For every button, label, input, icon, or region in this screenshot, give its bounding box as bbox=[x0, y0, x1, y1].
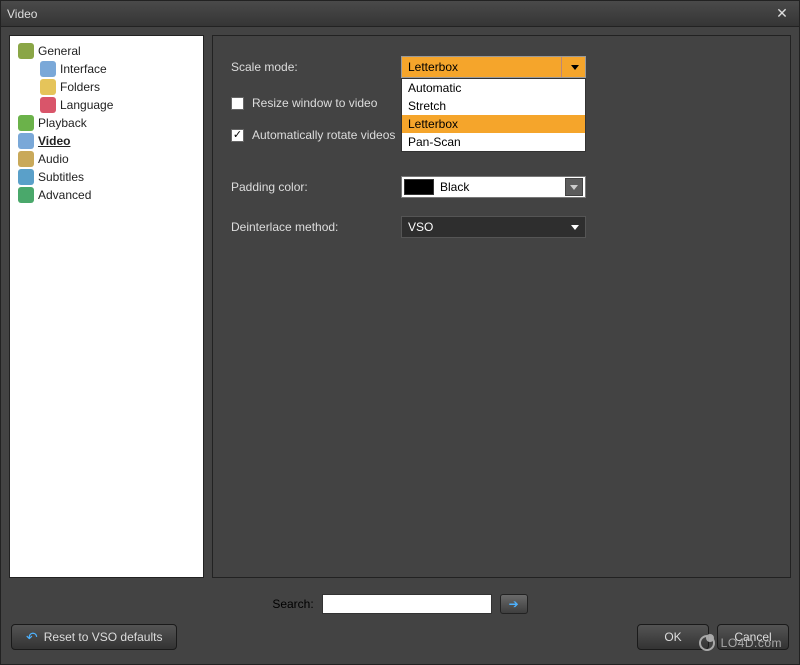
scale-mode-dropdown[interactable]: Letterbox AutomaticStretchLetterboxPan-S… bbox=[401, 56, 586, 78]
logo-icon bbox=[699, 635, 715, 651]
sidebar-item-label: Playback bbox=[38, 116, 87, 130]
chevron-down-icon bbox=[565, 178, 583, 196]
scale-mode-options: AutomaticStretchLetterboxPan-Scan bbox=[401, 78, 586, 152]
scale-option-letterbox[interactable]: Letterbox bbox=[402, 115, 585, 133]
footer: Search: ➔ ↶ Reset to VSO defaults OK Can… bbox=[1, 586, 799, 664]
close-button[interactable]: ✕ bbox=[771, 5, 793, 23]
speaker-icon bbox=[18, 151, 34, 167]
rotate-label: Automatically rotate videos bbox=[252, 128, 395, 142]
reset-label: Reset to VSO defaults bbox=[44, 630, 163, 644]
subtitle-icon bbox=[18, 169, 34, 185]
search-label: Search: bbox=[272, 597, 313, 611]
sidebar-item-label: Language bbox=[60, 98, 113, 112]
play-icon bbox=[18, 115, 34, 131]
resize-label: Resize window to video bbox=[252, 96, 377, 110]
scale-mode-row: Scale mode: Letterbox AutomaticStretchLe… bbox=[231, 56, 772, 78]
reset-icon: ↶ bbox=[26, 629, 38, 646]
folder-icon bbox=[40, 79, 56, 95]
sidebar-item-folders[interactable]: Folders bbox=[14, 78, 199, 96]
sidebar-item-playback[interactable]: Playback bbox=[14, 114, 199, 132]
deinterlace-row: Deinterlace method: VSO bbox=[231, 216, 772, 238]
sidebar-item-label: Video bbox=[38, 134, 70, 148]
resize-checkbox[interactable] bbox=[231, 97, 244, 110]
flag-icon bbox=[40, 97, 56, 113]
search-button[interactable]: ➔ bbox=[500, 594, 528, 614]
sidebar-item-video[interactable]: Video bbox=[14, 132, 199, 150]
arrow-right-icon: ➔ bbox=[509, 597, 519, 611]
sidebar-item-label: Interface bbox=[60, 62, 107, 76]
search-input[interactable] bbox=[322, 594, 492, 614]
sidebar-item-subtitles[interactable]: Subtitles bbox=[14, 168, 199, 186]
ok-label: OK bbox=[664, 630, 681, 644]
sidebar-item-label: General bbox=[38, 44, 81, 58]
content-panel: Scale mode: Letterbox AutomaticStretchLe… bbox=[212, 35, 791, 578]
sidebar-item-language[interactable]: Language bbox=[14, 96, 199, 114]
window-body: General Interface Folders Language Playback V… bbox=[1, 27, 799, 586]
sidebar-item-audio[interactable]: Audio bbox=[14, 150, 199, 168]
padding-color-label: Padding color: bbox=[231, 180, 401, 194]
padding-color-dropdown[interactable]: Black bbox=[401, 176, 586, 198]
sidebar-item-general[interactable]: General bbox=[14, 42, 199, 60]
rotate-checkbox[interactable] bbox=[231, 129, 244, 142]
titlebar: Video ✕ bbox=[1, 1, 799, 27]
chevron-down-icon bbox=[571, 225, 579, 230]
deinterlace-label: Deinterlace method: bbox=[231, 220, 401, 234]
scale-option-stretch[interactable]: Stretch bbox=[402, 97, 585, 115]
deinterlace-value: VSO bbox=[408, 220, 433, 234]
advanced-icon bbox=[18, 187, 34, 203]
padding-color-value: Black bbox=[440, 180, 565, 194]
sidebar-item-label: Subtitles bbox=[38, 170, 84, 184]
scale-option-pan-scan[interactable]: Pan-Scan bbox=[402, 133, 585, 151]
sidebar-item-label: Advanced bbox=[38, 188, 91, 202]
sidebar-item-interface[interactable]: Interface bbox=[14, 60, 199, 78]
sidebar: General Interface Folders Language Playback V… bbox=[9, 35, 204, 578]
watermark: LO4D.com bbox=[699, 635, 782, 651]
reset-defaults-button[interactable]: ↶ Reset to VSO defaults bbox=[11, 624, 177, 650]
window-icon bbox=[40, 61, 56, 77]
watermark-text: LO4D.com bbox=[721, 636, 782, 650]
scale-option-automatic[interactable]: Automatic bbox=[402, 79, 585, 97]
scale-mode-label: Scale mode: bbox=[231, 60, 401, 74]
settings-window: Video ✕ General Interface Folders Language P… bbox=[0, 0, 800, 665]
color-swatch bbox=[404, 179, 434, 195]
window-title: Video bbox=[7, 7, 771, 21]
sidebar-item-label: Audio bbox=[38, 152, 69, 166]
scale-mode-value: Letterbox bbox=[408, 60, 458, 74]
padding-color-row: Padding color: Black bbox=[231, 176, 772, 198]
chevron-down-icon bbox=[561, 57, 579, 77]
sidebar-item-label: Folders bbox=[60, 80, 100, 94]
gear-icon bbox=[18, 43, 34, 59]
search-row: Search: ➔ bbox=[11, 594, 789, 614]
film-icon bbox=[18, 133, 34, 149]
button-row: ↶ Reset to VSO defaults OK Cancel bbox=[11, 624, 789, 650]
deinterlace-dropdown[interactable]: VSO bbox=[401, 216, 586, 238]
sidebar-item-advanced[interactable]: Advanced bbox=[14, 186, 199, 204]
